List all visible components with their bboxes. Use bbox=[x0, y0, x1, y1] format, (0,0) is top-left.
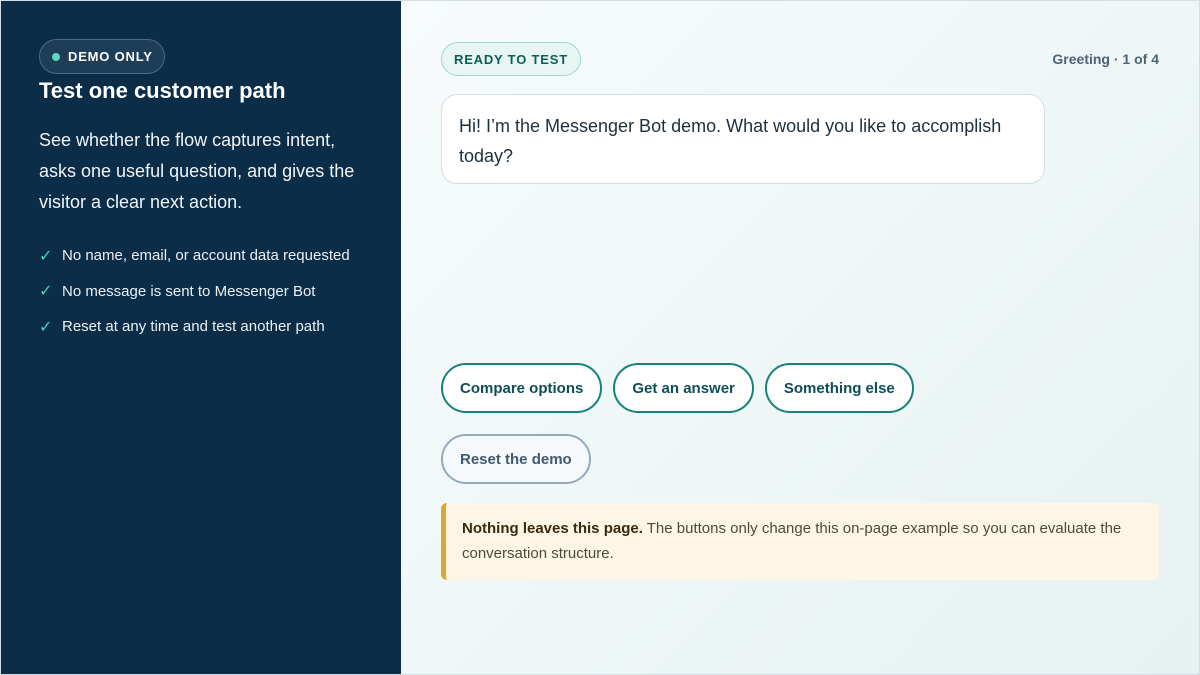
check-item-text: No name, email, or account data requeste… bbox=[62, 247, 350, 264]
checkmark-icon: ✓ bbox=[39, 318, 53, 336]
chat-panel: READY TO TEST Greeting · 1 of 4 Hi! I’m … bbox=[401, 1, 1199, 674]
app-frame: DEMO ONLY Test one customer path See whe… bbox=[0, 0, 1200, 675]
demo-badge: DEMO ONLY bbox=[39, 39, 165, 74]
status-dot-icon bbox=[52, 52, 60, 61]
compare-options-button[interactable]: Compare options bbox=[441, 363, 603, 413]
something-else-button[interactable]: Something else bbox=[764, 363, 914, 413]
check-list: ✓ No name, email, or account data reques… bbox=[39, 245, 363, 337]
check-item: ✓ Reset at any time and test another pat… bbox=[39, 316, 363, 337]
sidebar-title: Test one customer path bbox=[39, 78, 286, 103]
sidebar: DEMO ONLY Test one customer path See whe… bbox=[1, 1, 401, 674]
check-item-text: Reset at any time and test another path bbox=[62, 318, 325, 335]
check-item-text: No message is sent to Messenger Bot bbox=[62, 282, 316, 300]
checkmark-icon: ✓ bbox=[39, 247, 53, 265]
status-badge: READY TO TEST bbox=[441, 42, 581, 76]
bot-message-bubble: Hi! I’m the Messenger Bot demo. What wou… bbox=[441, 94, 1045, 184]
check-item: ✓ No name, email, or account data reques… bbox=[39, 245, 363, 266]
sidebar-description: See whether the flow captures intent, as… bbox=[39, 130, 355, 212]
step-indicator: Greeting · 1 of 4 bbox=[1052, 51, 1159, 67]
reset-demo-button[interactable]: Reset the demo bbox=[441, 434, 591, 484]
demo-badge-label: DEMO ONLY bbox=[68, 49, 153, 64]
quick-reply-options: Compare options Get an answer Something … bbox=[441, 363, 914, 413]
checkmark-icon: ✓ bbox=[39, 283, 53, 300]
check-item: ✓ No message is sent to Messenger Bot bbox=[39, 281, 363, 302]
privacy-notice: Nothing leaves this page. The buttons on… bbox=[441, 503, 1159, 580]
get-an-answer-button[interactable]: Get an answer bbox=[613, 363, 754, 413]
notice-heading: Nothing leaves this page. bbox=[462, 520, 643, 537]
